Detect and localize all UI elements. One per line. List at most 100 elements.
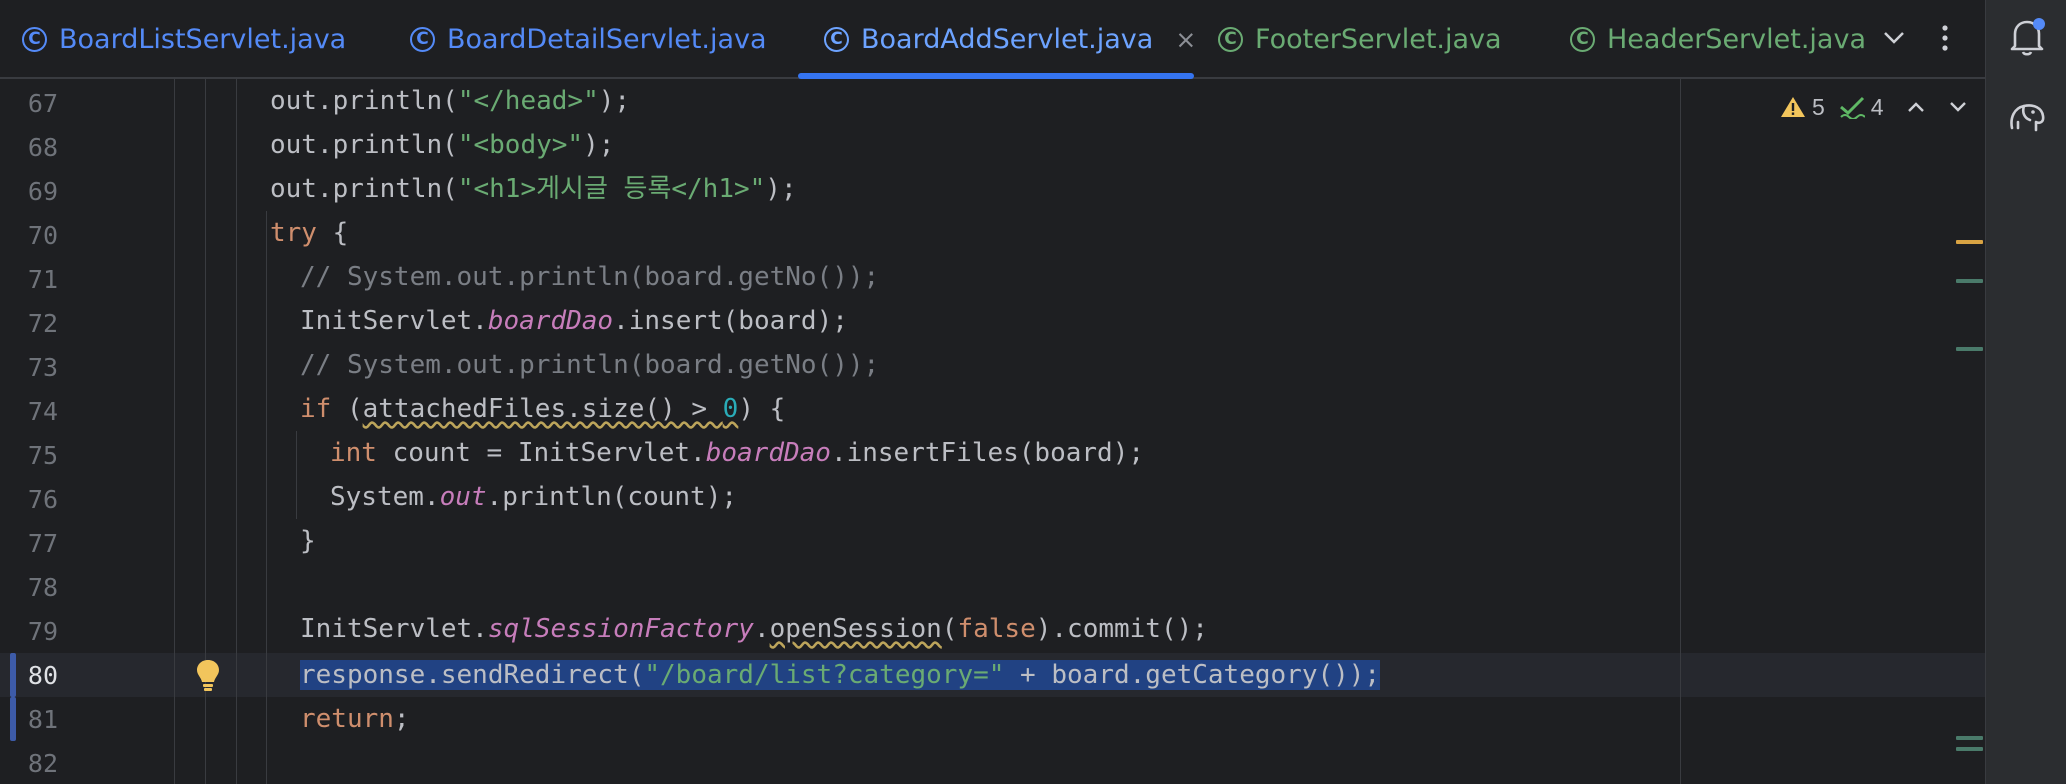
indent-guide (236, 79, 237, 784)
class-icon: C (1218, 26, 1243, 52)
line-number: 79 (27, 617, 58, 646)
code-line-79[interactable]: InitServlet.sqlSessionFactory.openSessio… (300, 607, 1208, 651)
notifications-button[interactable] (2006, 16, 2048, 58)
code-line-75[interactable]: int count = InitServlet.boardDao.insertF… (330, 431, 1144, 475)
next-highlight-button[interactable] (1948, 100, 1968, 114)
more-vertical-icon (1942, 25, 1948, 51)
keyword: false (957, 614, 1036, 644)
code-token: ); (765, 174, 797, 204)
code-line-73[interactable]: // System.out.println(board.getNo()); (300, 343, 879, 387)
warning-highlight[interactable]: openSession (770, 614, 942, 644)
keyword: int (330, 438, 377, 468)
class-icon: C (1570, 26, 1595, 52)
chevron-up-icon (1907, 102, 1924, 112)
class-icon: C (410, 26, 435, 52)
line-number: 71 (27, 265, 58, 294)
code-token: count = InitServlet. (376, 438, 706, 468)
line-number: 69 (27, 177, 58, 206)
tab-label: HeaderServlet.java (1607, 23, 1866, 55)
code-line-72[interactable]: InitServlet.boardDao.insert(board); (300, 299, 848, 343)
database-tool-button[interactable] (2006, 96, 2048, 138)
warning-highlight[interactable]: attachedFiles.size() > 0 (363, 394, 739, 424)
comment: // System.out.println(board.getNo()); (300, 350, 880, 380)
show-hidden-tabs-button[interactable] (1876, 20, 1912, 56)
tab-label: BoardListServlet.java (59, 23, 347, 55)
previous-highlight-button[interactable] (1906, 100, 1926, 114)
tab-board-list-servlet[interactable]: C BoardListServlet.java (22, 18, 346, 60)
code-token: attachedFiles.size() > (362, 394, 723, 424)
right-tool-window-bar (1985, 0, 2066, 784)
tab-label: BoardDetailServlet.java (447, 23, 767, 55)
line-number: 70 (27, 221, 58, 250)
editor-tab-bar: C BoardListServlet.java C BoardDetailSer… (0, 0, 1985, 79)
warning-stripe-mark[interactable] (1956, 240, 1983, 244)
indent-guide (266, 211, 267, 784)
weak-warnings-indicator[interactable]: 4 (1839, 94, 1884, 121)
change-stripe-mark[interactable] (1956, 747, 1983, 751)
tab-board-add-servlet[interactable]: C BoardAddServlet.java × (824, 18, 1196, 60)
tab-footer-servlet[interactable]: C FooterServlet.java (1218, 18, 1502, 60)
right-margin-guide (1680, 79, 1681, 784)
tab-label: BoardAddServlet.java (861, 23, 1154, 55)
line-number: 67 (27, 89, 58, 118)
text-selection[interactable]: response.sendRedirect("/board/list?categ… (300, 660, 1381, 690)
close-icon[interactable]: × (1175, 25, 1196, 54)
line-number-current: 80 (27, 661, 58, 690)
indent-guide (296, 431, 297, 519)
line-number: 74 (27, 397, 58, 426)
intention-actions-button[interactable] (194, 657, 222, 693)
change-stripe-mark[interactable] (1956, 279, 1983, 283)
line-number: 75 (27, 441, 58, 470)
tab-header-servlet[interactable]: C HeaderServlet.java (1570, 18, 1866, 60)
comment: // System.out.println(board.getNo()); (300, 262, 880, 292)
code-line-80[interactable]: response.sendRedirect("/board/list?categ… (300, 653, 1381, 697)
code-token: .insertFiles(board); (830, 438, 1145, 468)
class-icon: C (22, 26, 47, 52)
weak-warning-icon (1839, 96, 1865, 119)
static-field: boardDao (487, 306, 614, 336)
change-stripe-mark[interactable] (1956, 347, 1983, 351)
line-number: 72 (27, 309, 58, 338)
code-line-74[interactable]: if (attachedFiles.size() > 0) { (300, 387, 785, 431)
code-token: ( (941, 614, 958, 644)
code-token: + board.getCategory()); (1004, 660, 1381, 690)
code-line-71[interactable]: // System.out.println(board.getNo()); (300, 255, 879, 299)
code-token: InitServlet. (300, 614, 488, 644)
line-number: 76 (27, 485, 58, 514)
tab-board-detail-servlet[interactable]: C BoardDetailServlet.java (410, 18, 767, 60)
tab-options-button[interactable] (1927, 20, 1963, 56)
code-line-77[interactable]: } (300, 519, 316, 563)
lightbulb-icon (197, 660, 219, 691)
code-line-70[interactable]: try { (270, 211, 348, 255)
keyword: if (300, 394, 332, 424)
code-token: out.println( (270, 86, 458, 116)
class-icon: C (824, 26, 849, 52)
line-number: 82 (27, 749, 58, 778)
code-token: ; (393, 704, 410, 734)
code-token: ) { (738, 394, 786, 424)
code-token: InitServlet. (300, 306, 488, 336)
code-editor[interactable]: 67 68 69 70 71 72 73 74 75 76 77 78 79 8… (0, 79, 1985, 784)
string-literal: "<body>" (457, 130, 584, 160)
code-token: ); (583, 130, 615, 160)
code-line-68[interactable]: out.println("<body>"); (270, 123, 614, 167)
static-field: boardDao (705, 438, 831, 468)
string-literal: "</head>" (457, 86, 599, 116)
change-stripe-mark[interactable] (1956, 736, 1983, 740)
string-literal: "/board/list?category=" (644, 660, 1005, 690)
string-literal: "<h1>게시글 등록</h1>" (457, 174, 766, 204)
elephant-icon (2010, 104, 2045, 132)
static-field: out (439, 482, 487, 512)
keyword: return (300, 704, 394, 734)
code-token: response.sendRedirect( (300, 660, 645, 690)
chevron-down-icon (1884, 32, 1904, 44)
inspection-widget[interactable]: 5 4 (1780, 91, 1968, 123)
warnings-indicator[interactable]: 5 (1780, 94, 1825, 121)
code-token: out.println( (270, 174, 458, 204)
code-line-76[interactable]: System.out.println(count); (330, 475, 737, 519)
code-line-67[interactable]: out.println("</head>"); (270, 79, 630, 123)
code-line-69[interactable]: out.println("<h1>게시글 등록</h1>"); (270, 167, 797, 211)
warning-icon (1781, 97, 1805, 117)
gutter-divider (174, 79, 175, 784)
code-line-81[interactable]: return; (300, 697, 410, 741)
